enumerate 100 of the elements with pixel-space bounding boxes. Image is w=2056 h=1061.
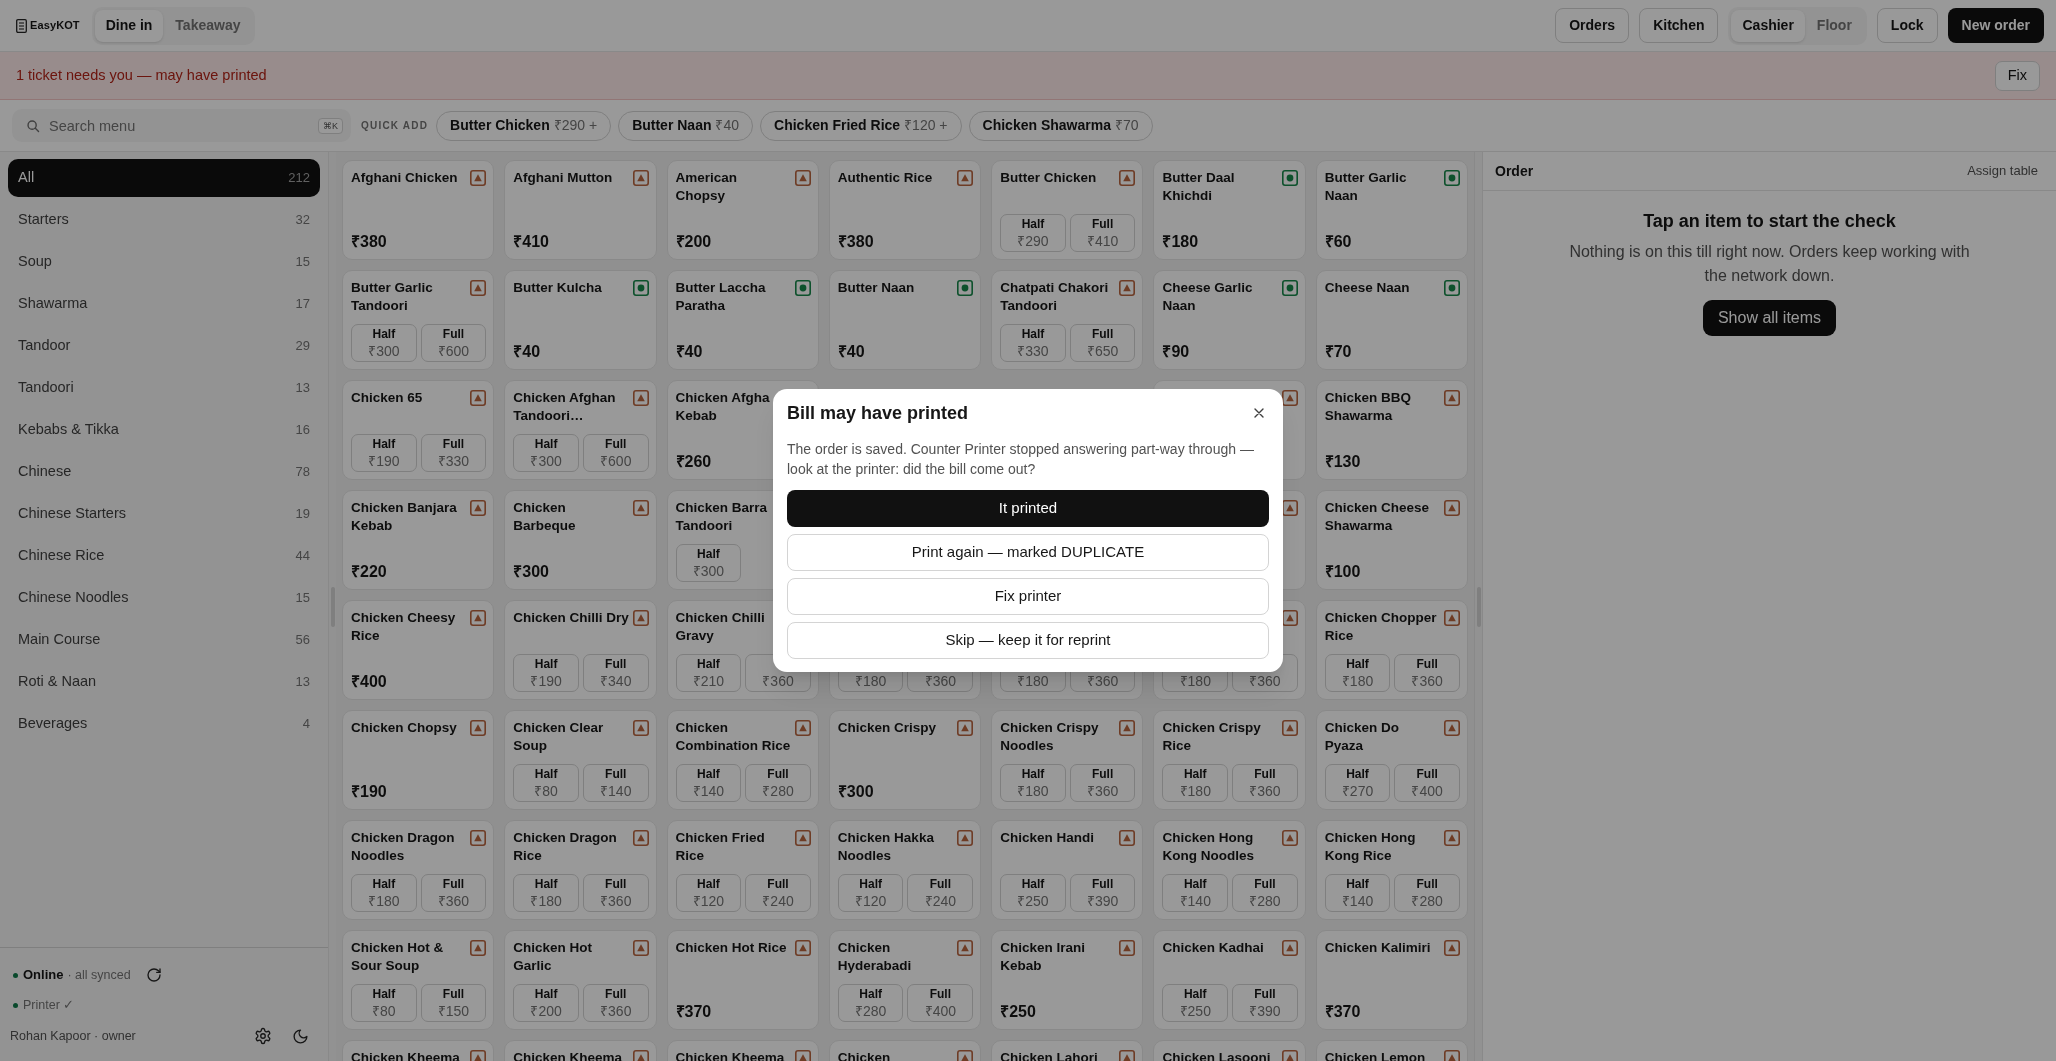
dialog-action-button[interactable]: Fix printer (787, 578, 1269, 615)
variant-button[interactable]: Half ₹300 (675, 544, 742, 582)
variant-button[interactable]: Full ₹280 (1232, 874, 1298, 912)
category-item[interactable]: Chinese Rice 44 (8, 537, 320, 575)
category-item[interactable]: Tandoori 13 (8, 369, 320, 407)
variant-button[interactable]: Full ₹360 (582, 984, 649, 1022)
variant-button[interactable]: Full ₹390 (1069, 874, 1136, 912)
variant-button[interactable]: Half ₹140 (1162, 874, 1229, 912)
variant-button[interactable]: Full ₹360 (582, 874, 649, 912)
variant-button[interactable]: Half ₹190 (351, 434, 417, 472)
variant-button[interactable]: Full ₹150 (420, 984, 487, 1022)
new-order-button[interactable]: New order (1947, 8, 2044, 43)
category-item[interactable]: Beverages 4 (8, 705, 320, 743)
assign-table-link[interactable]: Assign table (1967, 161, 2038, 181)
variant-button[interactable]: Half ₹140 (1324, 874, 1391, 912)
dialog-action-button[interactable]: It printed (787, 490, 1269, 527)
menu-item-card[interactable]: Chicken Hong Kong Noodles Half ₹140 Full ₹280 (1153, 820, 1306, 920)
menu-item-card[interactable]: Butter Kulcha ₹40 (504, 270, 657, 370)
menu-item-card[interactable]: Chicken Barbeque ₹300 (504, 490, 657, 590)
menu-item-card[interactable]: Chicken Crispy ₹300 (828, 710, 982, 810)
variant-button[interactable]: Half ₹80 (351, 984, 417, 1022)
variant-button[interactable]: Full ₹400 (907, 984, 974, 1022)
category-item[interactable]: Kebabs & Tikka 16 (8, 411, 320, 449)
dialog-action-button[interactable]: Skip — keep it for reprint (787, 622, 1269, 659)
variant-button[interactable]: Half ₹80 (513, 764, 579, 802)
menu-item-card[interactable]: Chicken Kadhai Half ₹250 Full ₹390 (1153, 930, 1306, 1030)
menu-item-card[interactable]: Chicken Clear Soup Half ₹80 Full ₹140 (504, 710, 657, 810)
menu-item-card[interactable]: Butter Chicken Half ₹290 Full ₹410 (991, 160, 1144, 260)
menu-item-card[interactable]: Chicken Dragon Noodles Half ₹180 Full ₹360 (342, 820, 495, 920)
menu-item-card[interactable]: Cheese Naan ₹70 (1315, 270, 1468, 370)
variant-button[interactable]: Half ₹270 (1324, 764, 1391, 802)
category-item[interactable]: Soup 15 (8, 243, 320, 281)
menu-item-card[interactable]: Chicken Chopper Rice Half ₹180 Full ₹360 (1315, 600, 1468, 700)
menu-item-card[interactable]: Authentic Rice ₹380 (828, 160, 982, 260)
variant-button[interactable]: Full ₹280 (745, 764, 811, 802)
nav-button[interactable]: Orders (1555, 8, 1630, 43)
variant-button[interactable]: Full ₹330 (420, 434, 487, 472)
menu-item-card[interactable]: Chicken Banjara Kebab ₹220 (342, 490, 495, 590)
menu-item-card[interactable]: Butter Daal Khichdi ₹180 (1153, 160, 1306, 260)
category-item[interactable]: Starters 32 (8, 201, 320, 239)
menu-item-card[interactable]: Chicken Hyderabadi Half ₹280 Full ₹400 (828, 930, 982, 1030)
menu-item-card[interactable]: Chicken Dragon Rice Half ₹180 Full ₹360 (504, 820, 657, 920)
quick-add-chip[interactable]: Butter Chicken ₹290 + (436, 110, 612, 141)
show-all-items-button[interactable]: Show all items (1702, 300, 1837, 336)
variant-button[interactable]: Half ₹190 (513, 654, 579, 692)
menu-item-card[interactable]: Chicken Crispy Noodles Half ₹180 Full ₹360 (991, 710, 1144, 810)
menu-item-card[interactable]: Chicken Crispy Rice Half ₹180 Full ₹360 (1153, 710, 1306, 810)
variant-button[interactable]: Full ₹280 (1394, 874, 1460, 912)
menu-item-card[interactable]: Chicken Hakka Noodles Half ₹120 Full ₹240 (828, 820, 982, 920)
role-tab[interactable]: Cashier (1731, 9, 1805, 42)
variant-button[interactable]: Half ₹300 (513, 434, 579, 472)
quick-add-chip[interactable]: Chicken Fried Rice ₹120 + (760, 110, 962, 141)
quick-add-chip[interactable]: Butter Naan ₹40 (618, 110, 754, 141)
menu-item-card[interactable]: Chicken Kalimiri ₹370 (1315, 930, 1468, 1030)
variant-button[interactable]: Half ₹180 (1000, 764, 1066, 802)
variant-button[interactable]: Half ₹280 (837, 984, 904, 1022)
variant-button[interactable]: Full ₹400 (1394, 764, 1460, 802)
category-item[interactable]: Chinese 78 (8, 453, 320, 491)
menu-item-card[interactable]: Chicken Chopsy ₹190 (342, 710, 495, 810)
menu-item-card[interactable]: Butter Laccha Paratha ₹40 (666, 270, 819, 370)
variant-button[interactable]: Half ₹290 (1000, 214, 1066, 252)
variant-button[interactable]: Full ₹240 (745, 874, 811, 912)
variant-button[interactable]: Full ₹240 (907, 874, 974, 912)
variant-button[interactable]: Half ₹180 (351, 874, 417, 912)
settings-icon[interactable] (254, 1027, 272, 1045)
category-item[interactable]: All 212 (8, 159, 320, 197)
menu-item-card[interactable]: Chicken Cheesy Rice ₹400 (342, 600, 495, 700)
variant-button[interactable]: Full ₹360 (420, 874, 487, 912)
variant-button[interactable]: Half ₹120 (675, 874, 742, 912)
menu-item-card[interactable]: Butter Naan ₹40 (828, 270, 982, 370)
menu-item-card[interactable]: Chicken Hot & Sour Soup Half ₹80 Full ₹150 (342, 930, 495, 1030)
menu-item-card[interactable]: American Chopsy ₹200 (666, 160, 819, 260)
menu-item-card[interactable]: Chicken Combination Rice Half ₹140 Full ₹280 (666, 710, 819, 810)
category-item[interactable]: Roti & Naan 13 (8, 663, 320, 701)
nav-button[interactable]: Kitchen (1639, 8, 1719, 43)
variant-button[interactable]: Half ₹210 (675, 654, 742, 692)
dialog-action-button[interactable]: Print again — marked DUPLICATE (787, 534, 1269, 571)
menu-item-card[interactable]: Chicken Handi Half ₹250 Full ₹390 (991, 820, 1144, 920)
category-item[interactable]: Shawarma 17 (8, 285, 320, 323)
menu-item-card[interactable]: Chicken Hong Kong Rice Half ₹140 Full ₹280 (1315, 820, 1468, 920)
variant-button[interactable]: Half ₹140 (675, 764, 742, 802)
variant-button[interactable]: Full ₹410 (1069, 214, 1136, 252)
variant-button[interactable]: Half ₹120 (837, 874, 904, 912)
variant-button[interactable]: Full ₹340 (582, 654, 649, 692)
variant-button[interactable]: Full ₹360 (1394, 654, 1460, 692)
refresh-icon[interactable] (145, 967, 162, 983)
variant-button[interactable]: Half ₹300 (351, 324, 417, 362)
menu-item-card[interactable]: Chicken Hot Rice ₹370 (666, 930, 819, 1030)
menu-item-card[interactable]: Chicken Hot Garlic Half ₹200 Full ₹360 (504, 930, 657, 1030)
quick-add-chip[interactable]: Chicken Shawarma ₹70 (968, 110, 1153, 141)
menu-item-card[interactable]: Cheese Garlic Naan ₹90 (1153, 270, 1306, 370)
menu-item-card[interactable]: Chicken Afghan Tandoori… Half ₹300 Full ₹600 (504, 380, 657, 480)
variant-button[interactable]: Full ₹140 (582, 764, 649, 802)
menu-item-card[interactable]: Butter Garlic Tandoori Half ₹300 Full ₹600 (342, 270, 495, 370)
menu-item-card[interactable]: Chicken Chilli Dry Half ₹190 Full ₹340 (504, 600, 657, 700)
order-type-tab[interactable]: Dine in (94, 9, 164, 42)
variant-button[interactable]: Half ₹250 (1162, 984, 1229, 1022)
variant-button[interactable]: Half ₹180 (1324, 654, 1391, 692)
variant-button[interactable]: Half ₹180 (513, 874, 579, 912)
menu-item-card[interactable]: Chicken 65 Half ₹190 Full ₹330 (342, 380, 495, 480)
